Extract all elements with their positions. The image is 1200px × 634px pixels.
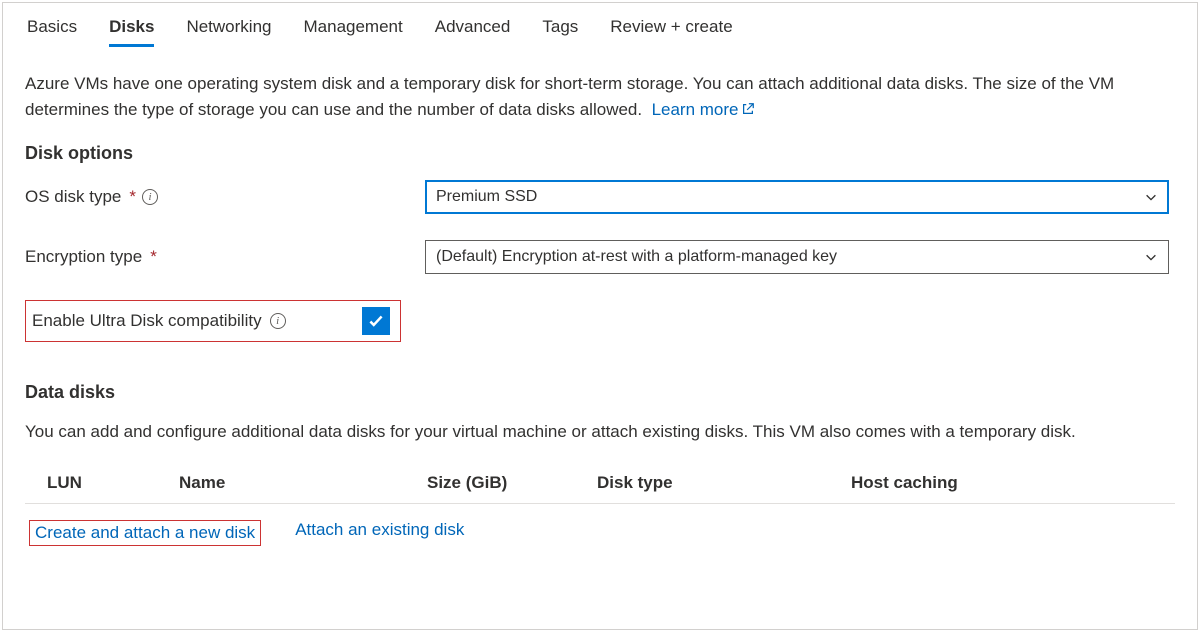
data-disk-actions: Create and attach a new disk Attach an e… <box>25 504 1175 546</box>
attach-existing-disk-link[interactable]: Attach an existing disk <box>295 520 464 546</box>
intro-text-content: Azure VMs have one operating system disk… <box>25 74 1114 119</box>
column-disk-type: Disk type <box>597 473 851 493</box>
info-icon[interactable]: i <box>142 189 158 205</box>
tab-networking[interactable]: Networking <box>186 13 271 47</box>
tab-review-create[interactable]: Review + create <box>610 13 732 47</box>
chevron-down-icon <box>1144 250 1158 264</box>
encryption-type-row: Encryption type* (Default) Encryption at… <box>25 240 1175 274</box>
column-size: Size (GiB) <box>427 473 597 493</box>
column-lun: LUN <box>47 473 179 493</box>
ultra-disk-label: Enable Ultra Disk compatibility i <box>32 311 286 331</box>
tab-tags[interactable]: Tags <box>542 13 578 47</box>
tab-management[interactable]: Management <box>304 13 403 47</box>
create-attach-new-disk-link[interactable]: Create and attach a new disk <box>29 520 261 546</box>
ultra-disk-checkbox[interactable] <box>362 307 390 335</box>
wizard-tabs: Basics Disks Networking Management Advan… <box>3 3 1197 47</box>
external-link-icon <box>741 98 755 124</box>
checkmark-icon <box>367 312 385 330</box>
info-icon[interactable]: i <box>270 313 286 329</box>
data-disks-description: You can add and configure additional dat… <box>25 419 1175 445</box>
learn-more-link[interactable]: Learn more <box>652 100 755 119</box>
chevron-down-icon <box>1144 190 1158 204</box>
os-disk-type-label: OS disk type* i <box>25 187 425 207</box>
tab-basics[interactable]: Basics <box>27 13 77 47</box>
disk-options-heading: Disk options <box>25 143 1175 164</box>
required-marker: * <box>129 187 136 207</box>
data-disks-heading: Data disks <box>25 382 1175 403</box>
encryption-type-select[interactable]: (Default) Encryption at-rest with a plat… <box>425 240 1169 274</box>
ultra-disk-row: Enable Ultra Disk compatibility i <box>25 300 401 342</box>
intro-text: Azure VMs have one operating system disk… <box>25 71 1175 125</box>
disks-panel: Basics Disks Networking Management Advan… <box>2 2 1198 630</box>
column-host-caching: Host caching <box>851 473 1175 493</box>
tab-advanced[interactable]: Advanced <box>435 13 511 47</box>
column-name: Name <box>179 473 427 493</box>
os-disk-type-select[interactable]: Premium SSD <box>425 180 1169 214</box>
data-disks-table-header: LUN Name Size (GiB) Disk type Host cachi… <box>25 467 1175 504</box>
encryption-type-label: Encryption type* <box>25 247 425 267</box>
tab-disks[interactable]: Disks <box>109 13 154 47</box>
panel-body: Azure VMs have one operating system disk… <box>3 47 1197 546</box>
encryption-type-value: (Default) Encryption at-rest with a plat… <box>436 248 837 266</box>
required-marker: * <box>150 247 157 267</box>
os-disk-type-row: OS disk type* i Premium SSD <box>25 180 1175 214</box>
os-disk-type-value: Premium SSD <box>436 188 537 206</box>
